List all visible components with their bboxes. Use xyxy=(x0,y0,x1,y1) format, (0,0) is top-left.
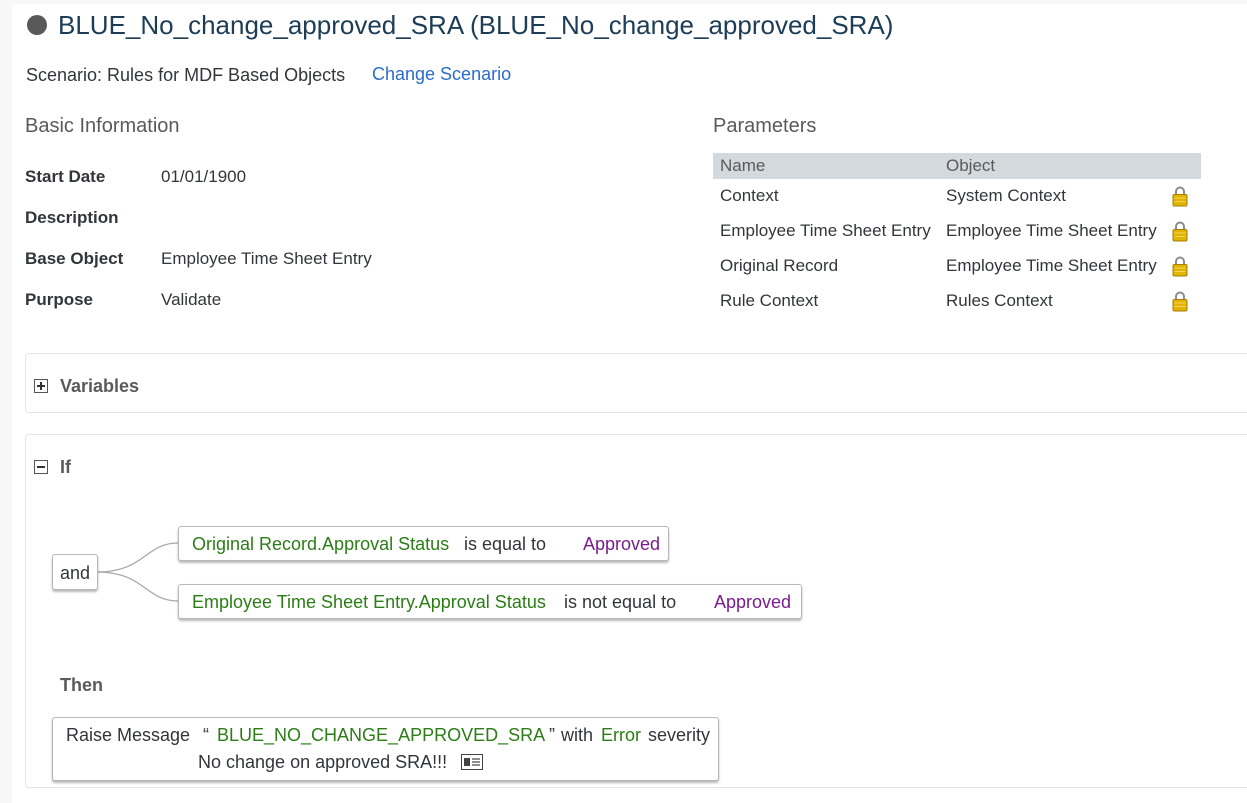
expand-icon[interactable] xyxy=(34,379,48,393)
condition-row[interactable]: Original Record.Approval Status is equal… xyxy=(178,526,669,561)
rule-title: BLUE_No_change_approved_SRA (BLUE_No_cha… xyxy=(58,10,894,40)
close-quote: ” xyxy=(549,725,555,745)
condition-value[interactable]: Approved xyxy=(583,534,660,555)
operator-label: and xyxy=(60,563,91,583)
lock-icon xyxy=(1172,221,1188,242)
if-title[interactable]: If xyxy=(60,457,71,478)
with-text: with xyxy=(561,725,594,745)
param-row-object: Rules Context xyxy=(946,291,1053,310)
param-row-object: System Context xyxy=(946,186,1066,205)
message-details-icon[interactable] xyxy=(461,754,483,770)
message-text: No change on approved SRA!!! xyxy=(198,752,448,772)
severity-label: severity xyxy=(648,725,711,745)
base-object-label: Base Object xyxy=(25,249,124,268)
param-row-name: Employee Time Sheet Entry xyxy=(720,221,931,240)
parameters-heading: Parameters xyxy=(713,115,817,137)
severity-value[interactable]: Error xyxy=(601,725,641,746)
message-key[interactable]: BLUE_NO_CHANGE_APPROVED_SRA xyxy=(217,725,545,746)
base-object-value: Employee Time Sheet Entry xyxy=(161,249,372,268)
lock-icon xyxy=(1172,291,1188,312)
lock-icon xyxy=(1172,256,1188,277)
start-date-value: 01/01/1900 xyxy=(161,167,247,186)
condition-value[interactable]: Approved xyxy=(714,592,791,613)
param-row-object: Employee Time Sheet Entry xyxy=(946,256,1157,275)
condition-field[interactable]: Original Record.Approval Status xyxy=(192,534,449,555)
parameters-table-header: Name Object xyxy=(713,153,1201,179)
open-quote: “ xyxy=(203,725,209,745)
param-row-object: Employee Time Sheet Entry xyxy=(946,221,1157,240)
param-row-name: Context xyxy=(720,186,779,205)
raise-message-action[interactable]: Raise Message “ BLUE_NO_CHANGE_APPROVED_… xyxy=(52,717,719,781)
and-operator-node[interactable]: and xyxy=(52,554,98,590)
description-label: Description xyxy=(25,208,119,227)
condition-operator[interactable]: is not equal to xyxy=(564,592,676,613)
purpose-label: Purpose xyxy=(25,290,94,309)
purpose-value: Validate xyxy=(161,290,222,309)
param-row-name: Rule Context xyxy=(720,291,819,310)
change-scenario-link[interactable]: Change Scenario xyxy=(372,64,511,85)
lock-icon xyxy=(1172,186,1188,207)
status-indicator-icon xyxy=(27,15,47,35)
column-header-object: Object xyxy=(946,156,996,175)
variables-panel: Variables xyxy=(25,353,1247,413)
action-prefix: Raise Message xyxy=(66,725,191,745)
condition-row[interactable]: Employee Time Sheet Entry.Approval Statu… xyxy=(178,584,802,619)
start-date-label: Start Date xyxy=(25,167,106,186)
param-row-name: Original Record xyxy=(720,256,839,275)
column-header-name: Name xyxy=(720,156,766,175)
collapse-icon[interactable] xyxy=(34,460,48,474)
then-title: Then xyxy=(60,675,103,695)
scenario-text: Scenario: Rules for MDF Based Objects xyxy=(26,65,346,85)
basic-information-heading: Basic Information xyxy=(25,115,180,137)
condition-field[interactable]: Employee Time Sheet Entry.Approval Statu… xyxy=(192,592,546,613)
variables-title[interactable]: Variables xyxy=(60,376,139,397)
condition-operator[interactable]: is equal to xyxy=(464,534,546,555)
